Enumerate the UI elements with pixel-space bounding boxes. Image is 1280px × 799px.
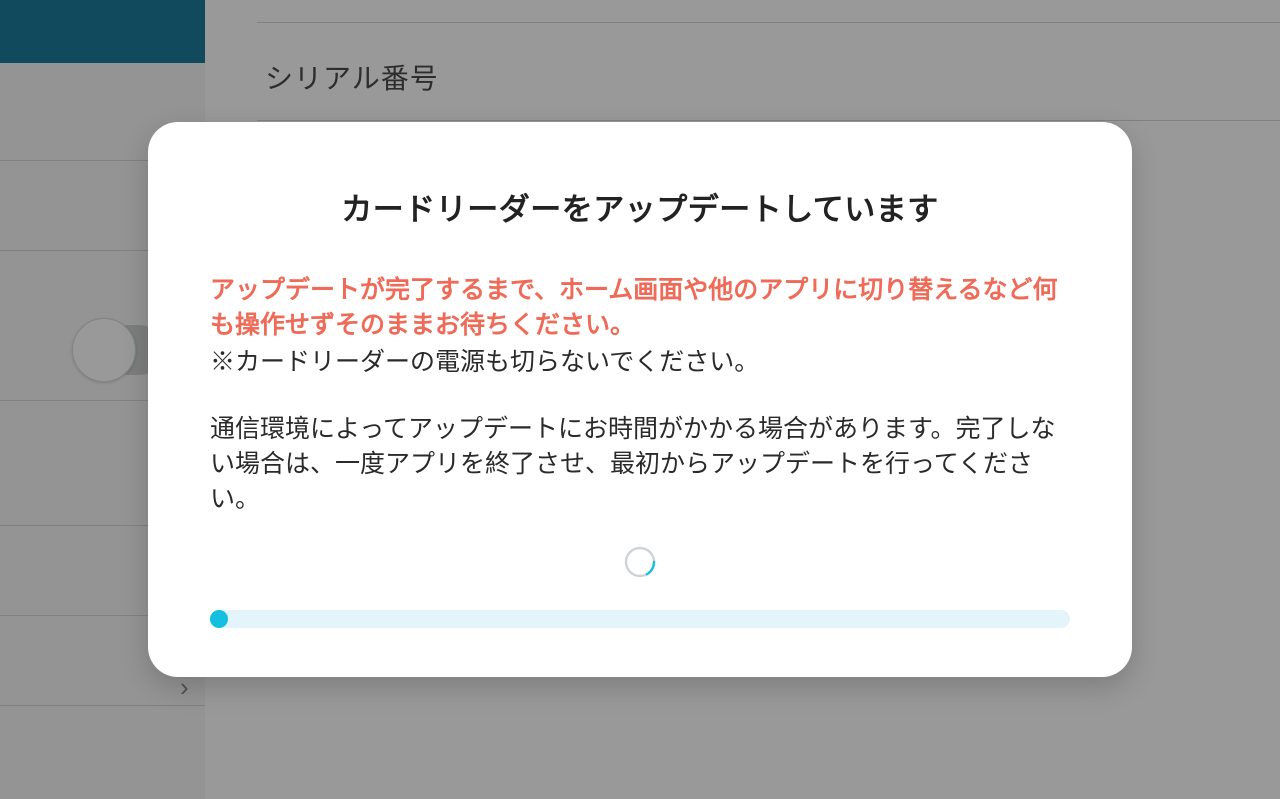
modal-paragraph: 通信環境によってアップデートにお時間がかかる場合があります。完了しない場合は、一… <box>210 412 1070 517</box>
modal-note-text: ※カードリーダーの電源も切らないでください。 <box>210 345 1070 380</box>
progress-track <box>210 610 1070 628</box>
progress-fill <box>210 610 228 628</box>
modal-warning-text: アップデートが完了するまで、ホーム画面や他のアプリに切り替えるなど何も操作せずそ… <box>210 273 1070 343</box>
progress-bar <box>210 610 1070 628</box>
modal-title: カードリーダーをアップデートしています <box>210 184 1070 229</box>
update-modal: カードリーダーをアップデートしています アップデートが完了するまで、ホーム画面や… <box>148 122 1132 677</box>
loading-spinner-icon <box>623 545 657 584</box>
